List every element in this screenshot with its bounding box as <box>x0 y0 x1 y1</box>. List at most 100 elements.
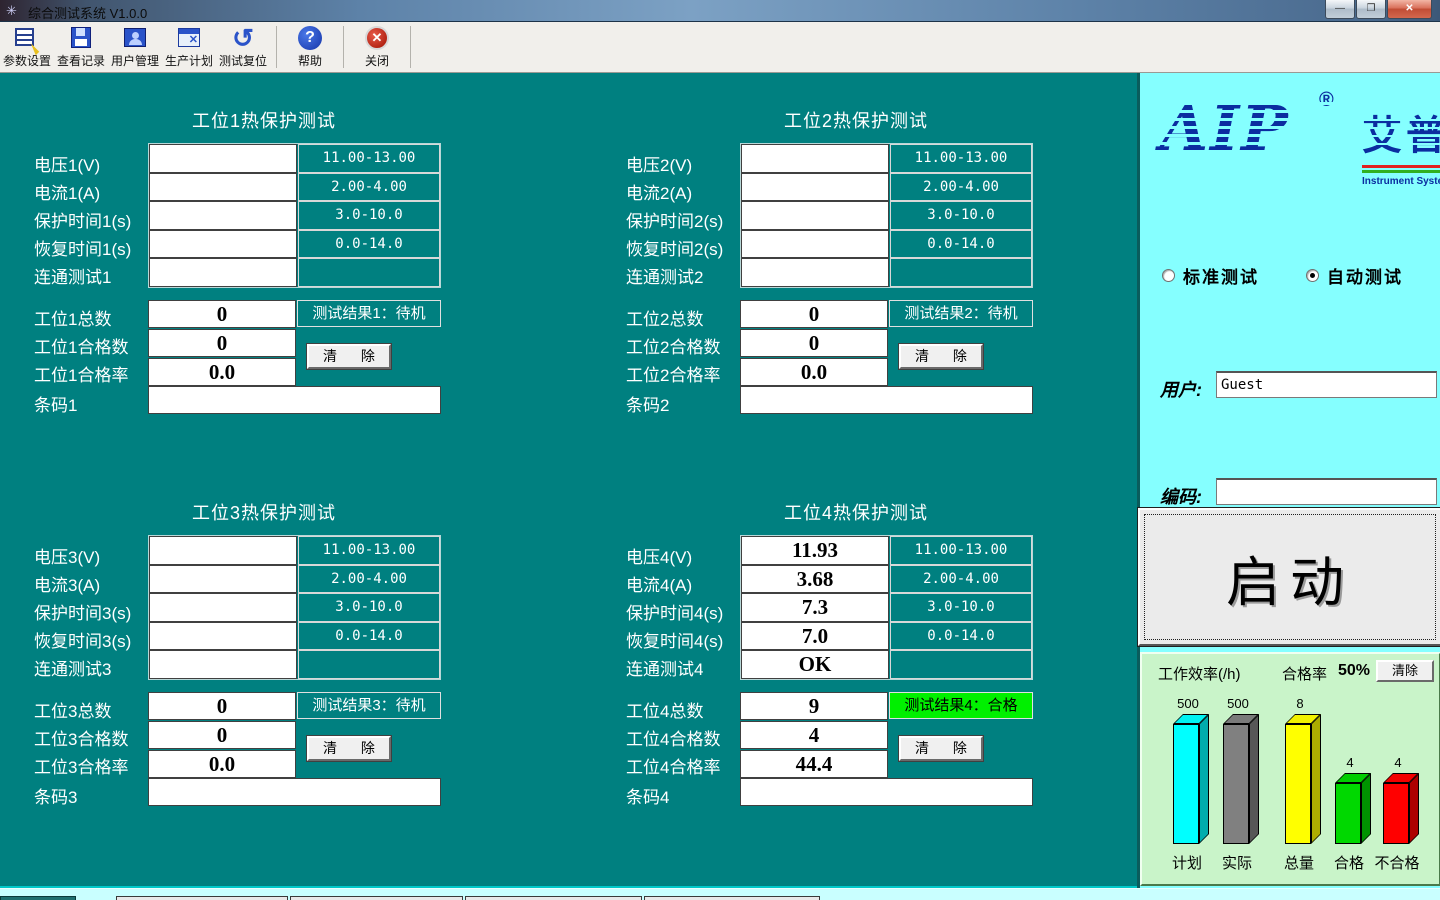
bar-value: 500 <box>1215 696 1261 711</box>
param-value-field[interactable] <box>149 144 297 173</box>
toolbar: 参数设置 查看记录 用户管理 生产计划 ↺ 测试复位 ? 帮助 ✕ 关闭 <box>0 22 1440 73</box>
user-label: 用户: <box>1160 376 1202 402</box>
toolbar-separator <box>276 26 277 68</box>
bar-plan: 500 计划 <box>1173 724 1199 844</box>
param-value-field[interactable] <box>741 173 889 202</box>
param-range-label <box>890 650 1032 679</box>
param-label: 保护时间3(s) <box>34 599 131 624</box>
param-value-field[interactable] <box>149 173 297 202</box>
param-range-label: 2.00-4.00 <box>890 173 1032 202</box>
barcode-field[interactable] <box>740 386 1033 414</box>
pass-rate-field[interactable]: 0.0 <box>148 358 296 386</box>
param-label: 电压1(V) <box>34 151 100 176</box>
production-plan-icon <box>176 26 202 50</box>
param-value-field[interactable]: 3.68 <box>741 565 889 594</box>
total-count-field[interactable]: 0 <box>740 300 888 328</box>
clear-button[interactable]: 清 除 <box>899 736 983 761</box>
param-value-field[interactable] <box>741 201 889 230</box>
radio-auto-test[interactable]: 自动测试 <box>1306 263 1403 288</box>
barcode-field[interactable] <box>148 386 441 414</box>
user-input[interactable] <box>1216 371 1437 398</box>
param-value-field[interactable]: 11.93 <box>741 536 889 565</box>
param-range-label: 11.00-13.00 <box>890 144 1032 173</box>
param-group: 11.00-13.00 2.00-4.00 3.0-10.0 0.0-14.0 <box>148 535 441 680</box>
toolbar-button-reset[interactable]: ↺ 测试复位 <box>216 24 270 72</box>
pass-count-field[interactable]: 0 <box>148 721 296 749</box>
pass-rate-field[interactable]: 0.0 <box>148 750 296 778</box>
toolbar-button-plan[interactable]: 生产计划 <box>162 24 216 72</box>
param-group: 11.00-13.00 2.00-4.00 3.0-10.0 0.0-14.0 <box>148 143 441 288</box>
barcode-field[interactable] <box>148 778 441 806</box>
toolbar-button-help[interactable]: ? 帮助 <box>283 24 337 72</box>
clear-button[interactable]: 清 除 <box>307 344 391 369</box>
param-value-field[interactable] <box>741 258 889 287</box>
param-value-field[interactable] <box>149 258 297 287</box>
logo-red-bar <box>1362 165 1440 168</box>
pass-rate-field[interactable]: 0.0 <box>740 358 888 386</box>
radio-standard-test[interactable]: 标准测试 <box>1162 263 1259 288</box>
bar-pass: 4 合格 <box>1335 783 1361 844</box>
param-value-field[interactable] <box>149 622 297 651</box>
barcode-field[interactable] <box>740 778 1033 806</box>
test-result-badge: 测试结果3：待机 <box>297 692 441 719</box>
param-value-field[interactable] <box>149 536 297 565</box>
toolbar-button-records[interactable]: 查看记录 <box>54 24 108 72</box>
param-range-label: 11.00-13.00 <box>298 536 440 565</box>
test-result-badge: 测试结果1：待机 <box>297 300 441 327</box>
pass-count-field[interactable]: 0 <box>148 329 296 357</box>
pass-rate-field[interactable]: 44.4 <box>740 750 888 778</box>
param-value-field[interactable]: 7.0 <box>741 622 889 651</box>
bar-fail: 4 不合格 <box>1383 783 1409 844</box>
station-title: 工位2热保护测试 <box>686 107 1026 133</box>
clear-button[interactable]: 清 除 <box>899 344 983 369</box>
chart-clear-button[interactable]: 清除 <box>1376 660 1434 682</box>
test-mode-group: 标准测试 自动测试 <box>1140 263 1440 287</box>
param-value-field[interactable] <box>741 144 889 173</box>
toolbar-button-settings[interactable]: 参数设置 <box>0 24 54 72</box>
minimize-button[interactable]: — <box>1325 0 1355 19</box>
param-label: 恢复时间2(s) <box>626 235 723 260</box>
pass-count-field[interactable]: 4 <box>740 721 888 749</box>
param-value-field[interactable] <box>149 650 297 679</box>
start-button[interactable]: 启动 <box>1138 508 1440 646</box>
clear-button[interactable]: 清 除 <box>307 736 391 761</box>
param-value-field[interactable]: 7.3 <box>741 593 889 622</box>
bar-value: 4 <box>1375 755 1421 770</box>
close-button[interactable]: ✕ <box>1387 0 1432 19</box>
total-count-field[interactable]: 0 <box>148 300 296 328</box>
param-value-field[interactable] <box>149 565 297 594</box>
param-label: 电流3(A) <box>34 571 100 596</box>
param-range-label: 11.00-13.00 <box>890 536 1032 565</box>
param-value-field[interactable] <box>149 230 297 259</box>
bar-total: 8 总量 <box>1285 724 1311 844</box>
side-panel: AIP ® 艾普 Instrument System 标准测试 自动测试 用户: <box>1137 73 1440 888</box>
param-value-field[interactable] <box>149 593 297 622</box>
total-label: 工位2总数 <box>626 305 703 330</box>
total-count-field[interactable]: 9 <box>740 692 888 720</box>
status-bar <box>0 888 1440 900</box>
param-value-field[interactable] <box>741 230 889 259</box>
param-value-field[interactable]: OK <box>741 650 889 679</box>
total-label: 工位4合格数 <box>626 725 720 750</box>
focus-ring <box>1144 514 1436 640</box>
param-range-label: 2.00-4.00 <box>890 565 1032 594</box>
toolbar-button-close[interactable]: ✕ 关闭 <box>350 24 404 72</box>
param-range-label: 2.00-4.00 <box>298 565 440 594</box>
toolbar-button-users[interactable]: 用户管理 <box>108 24 162 72</box>
bar-category: 实际 <box>1207 852 1267 873</box>
code-input[interactable] <box>1216 478 1437 505</box>
status-segment <box>116 896 288 900</box>
pass-count-field[interactable]: 0 <box>740 329 888 357</box>
param-value-field[interactable] <box>149 201 297 230</box>
param-range-label: 3.0-10.0 <box>890 593 1032 622</box>
restore-button[interactable]: ❐ <box>1356 0 1386 19</box>
param-group: 11.9311.00-13.00 3.682.00-4.00 7.33.0-10… <box>740 535 1033 680</box>
reset-icon: ↺ <box>232 27 254 49</box>
total-count-field[interactable]: 0 <box>148 692 296 720</box>
total-label: 工位1合格率 <box>34 361 128 386</box>
close-app-icon: ✕ <box>365 26 389 50</box>
param-label: 恢复时间4(s) <box>626 627 723 652</box>
param-range-label: 3.0-10.0 <box>890 201 1032 230</box>
station-1-panel: 工位1热保护测试 电压1(V) 电流1(A) 保护时间1(s) 恢复时间1(s)… <box>0 93 470 443</box>
help-icon: ? <box>298 26 322 50</box>
